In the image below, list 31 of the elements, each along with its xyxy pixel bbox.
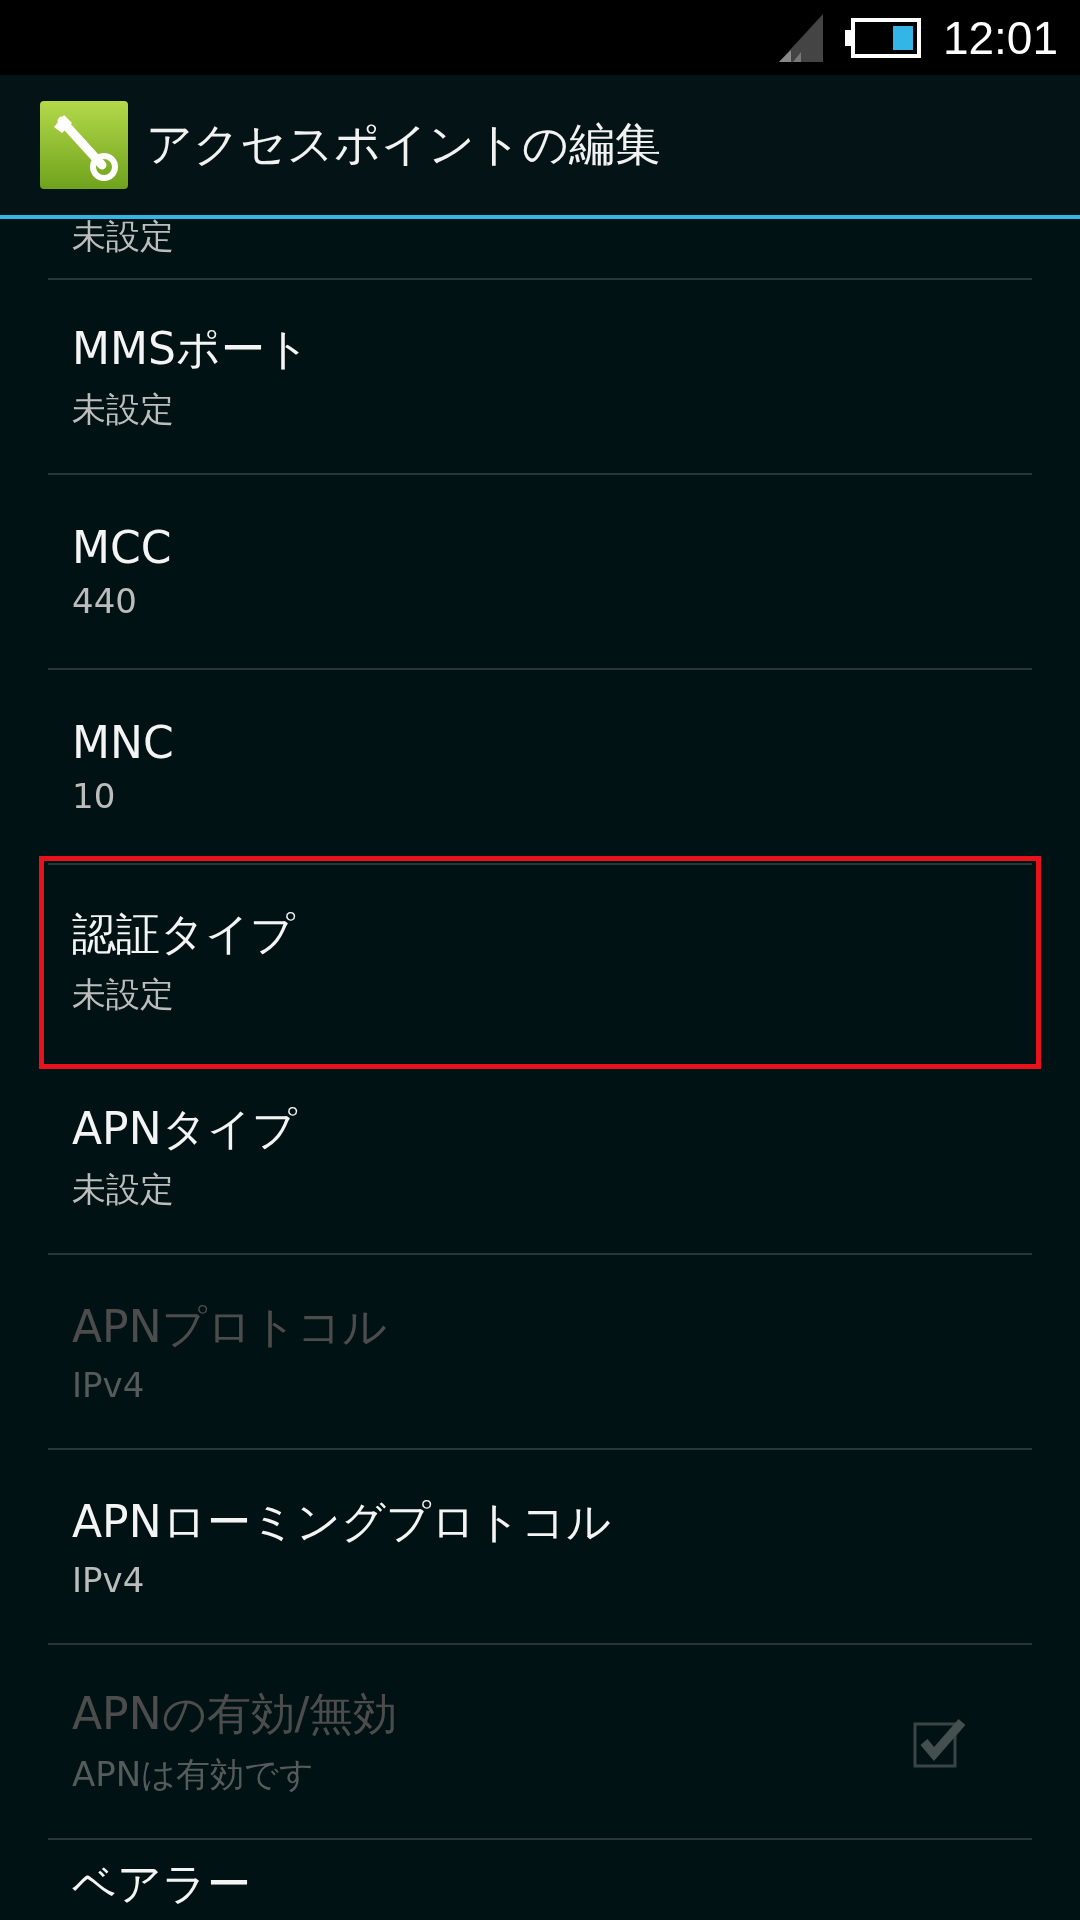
setting-summary: 未設定 xyxy=(72,388,175,431)
screen-title: アクセスポイントの編集 xyxy=(146,116,661,173)
clock: 12:01 xyxy=(942,10,1058,65)
setting-title: 認証タイプ xyxy=(72,907,296,961)
settings-row[interactable]: MNC 10 xyxy=(48,670,1032,865)
setting-summary: 10 xyxy=(72,776,117,816)
settings-row[interactable]: 未設定 xyxy=(48,219,1032,280)
setting-title: APNタイプ xyxy=(72,1102,298,1156)
setting-title: APNの有効/無効 xyxy=(72,1687,399,1741)
setting-title: MCC xyxy=(72,522,173,573)
settings-row[interactable]: ベアラー xyxy=(48,1840,1032,1920)
battery-icon xyxy=(844,17,921,58)
setting-summary: 未設定 xyxy=(72,1168,175,1211)
setting-summary: 未設定 xyxy=(72,219,175,258)
setting-summary: IPv4 xyxy=(72,1365,146,1405)
setting-title: APNローミングプロトコル xyxy=(72,1495,612,1549)
setting-summary: APNは有効です xyxy=(72,1753,316,1796)
wrench-icon[interactable] xyxy=(40,101,128,189)
setting-summary: 440 xyxy=(72,581,138,621)
signal-icon xyxy=(778,13,823,62)
setting-title: MMSポート xyxy=(72,322,311,376)
setting-title: ベアラー xyxy=(72,1860,252,1909)
settings-row[interactable]: MMSポート 未設定 xyxy=(48,280,1032,475)
highlighted-settings-row[interactable]: 認証タイプ 未設定 xyxy=(48,865,1032,1060)
setting-summary: IPv4 xyxy=(72,1560,146,1600)
settings-row[interactable]: MCC 440 xyxy=(48,475,1032,670)
setting-summary: 未設定 xyxy=(72,973,175,1016)
setting-title: MNC xyxy=(72,717,175,768)
setting-title: APNプロトコル xyxy=(72,1300,388,1354)
settings-row[interactable]: APNタイプ 未設定 xyxy=(48,1060,1032,1255)
settings-row[interactable]: APNローミングプロトコル IPv4 xyxy=(48,1450,1032,1645)
